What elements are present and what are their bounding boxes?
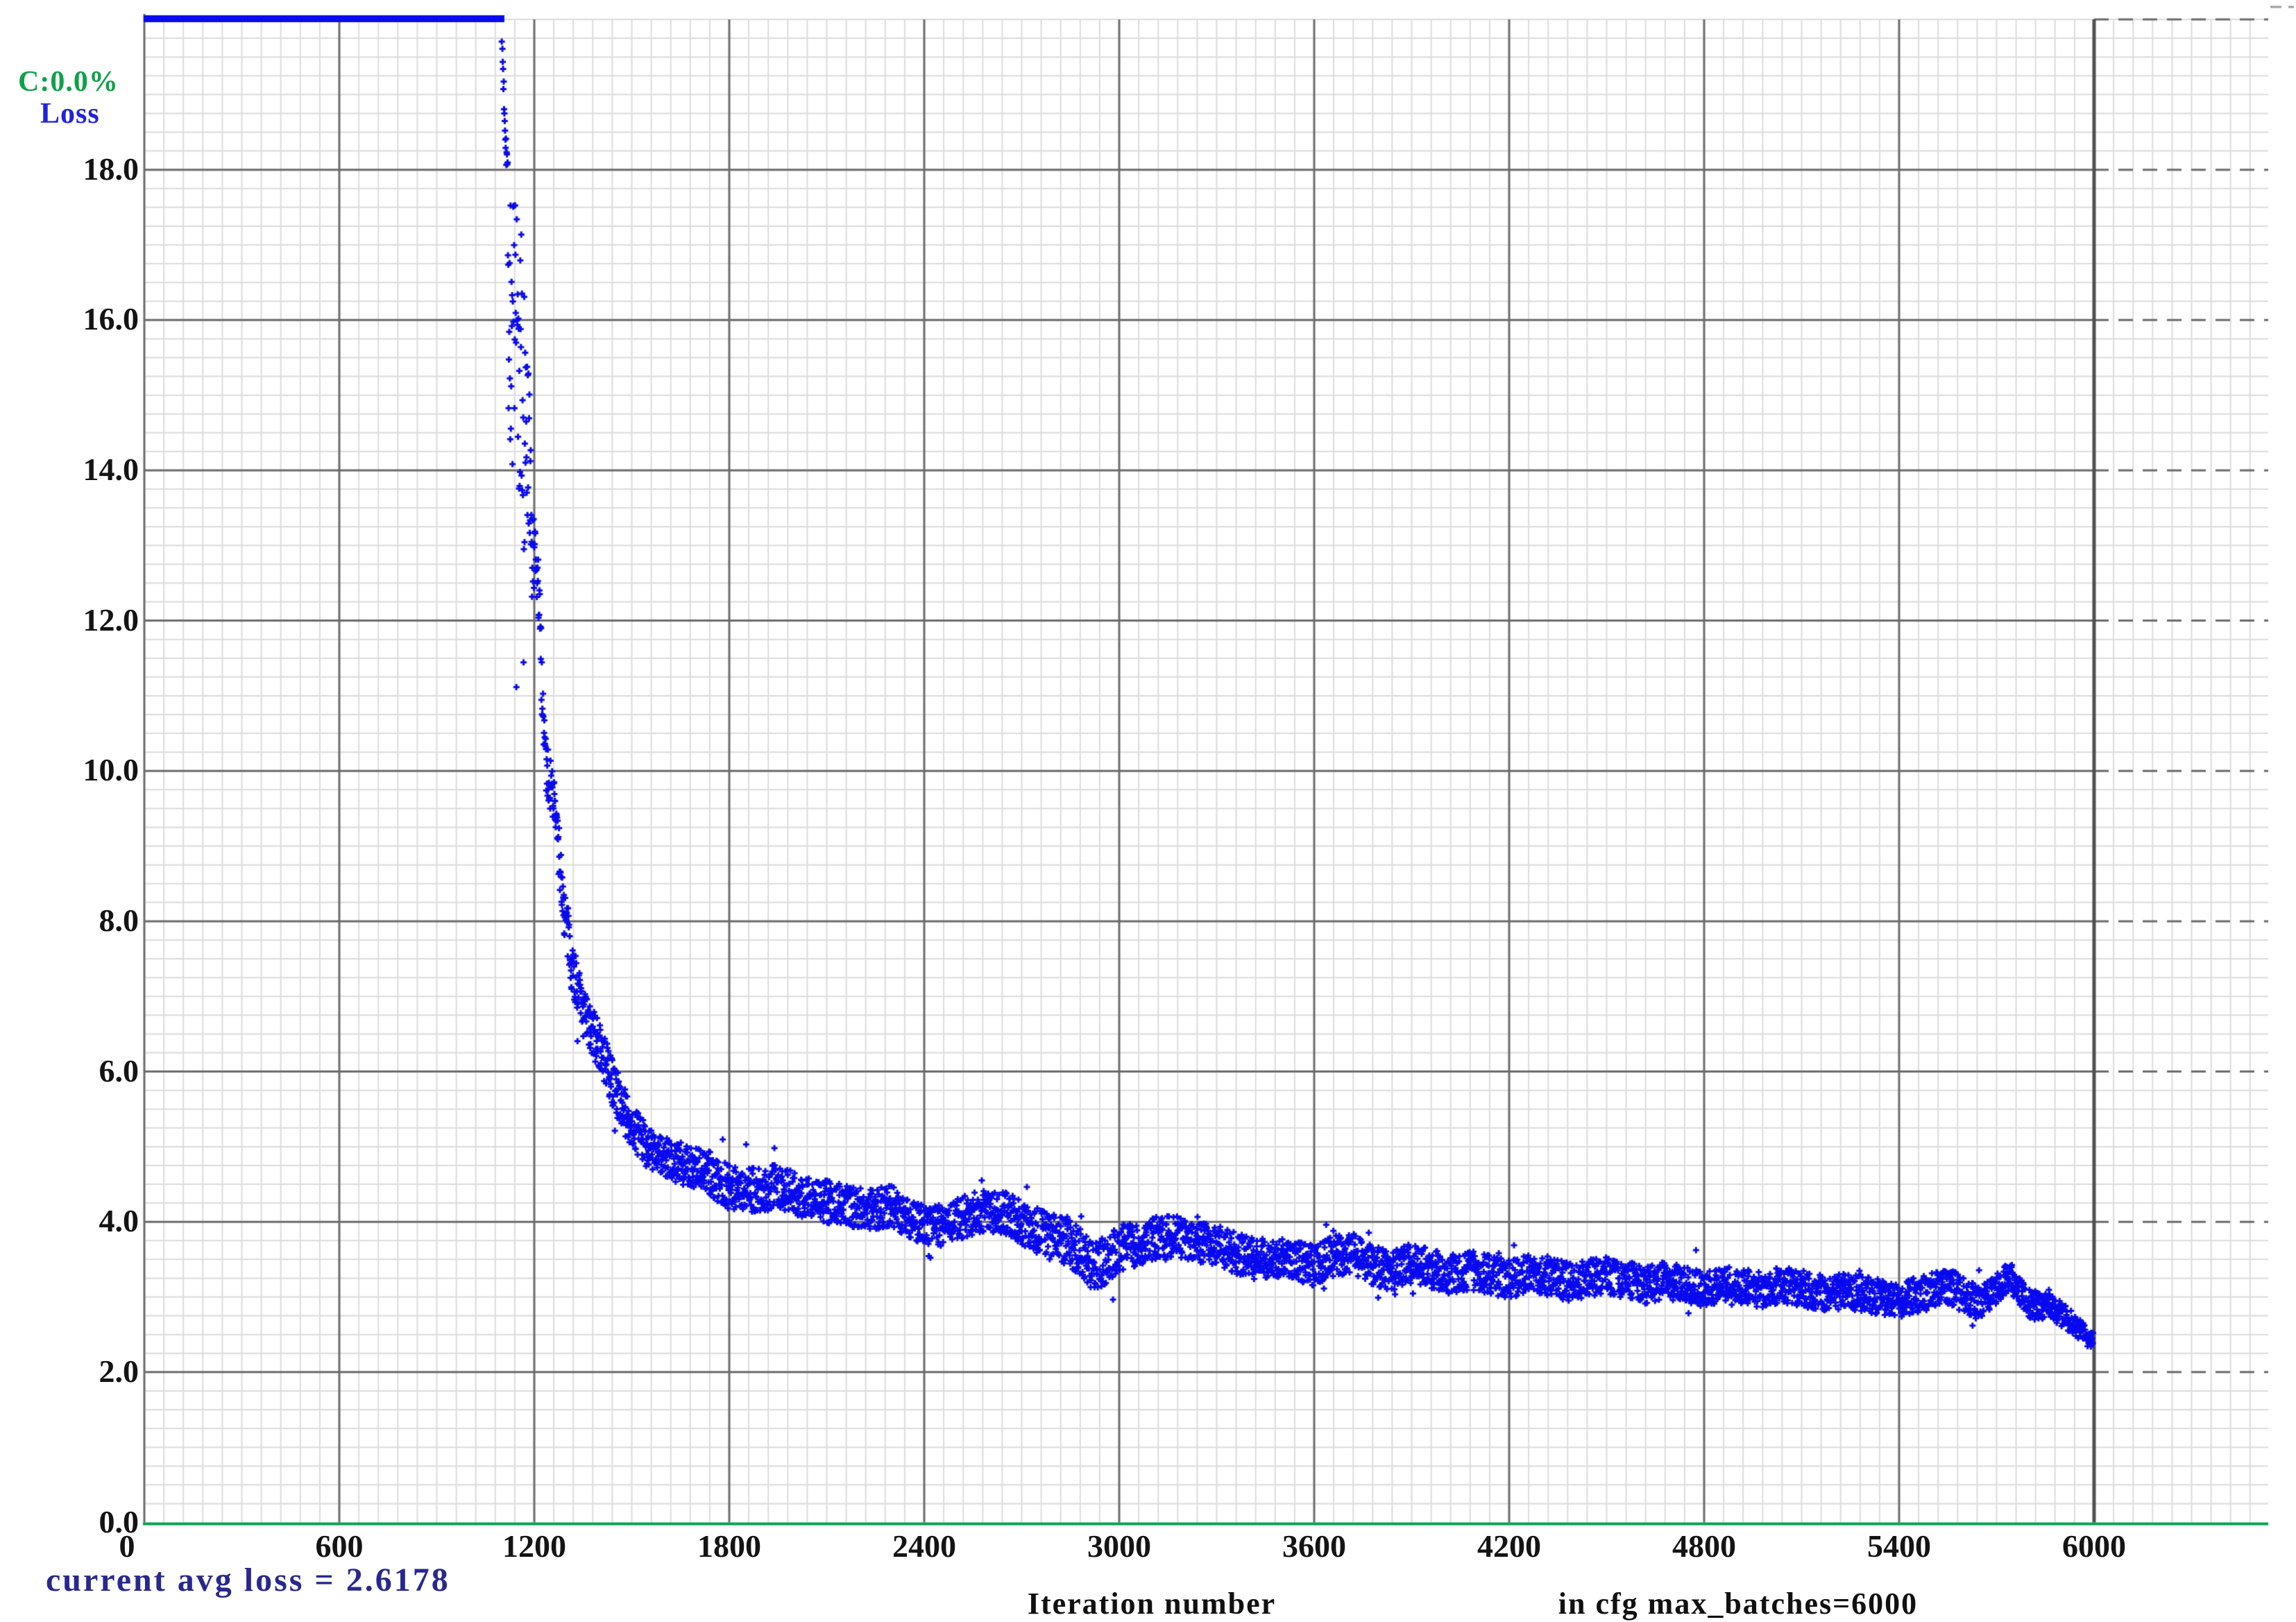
y-tick-label: 2.0 bbox=[99, 1353, 139, 1389]
x-tick-label: 4200 bbox=[1477, 1528, 1541, 1564]
iteration-number-axis-label: Iteration number bbox=[1027, 1587, 1277, 1621]
x-tick-label: 1800 bbox=[697, 1528, 761, 1564]
loss-axis-title: Loss bbox=[40, 98, 100, 130]
y-tick-label: 12.0 bbox=[83, 601, 139, 638]
progress-percent-label: C:0.0% bbox=[18, 66, 119, 98]
y-tick-label: 10.0 bbox=[83, 752, 139, 788]
x-tick-label: 4800 bbox=[1672, 1528, 1736, 1564]
y-tick-label: 16.0 bbox=[83, 301, 139, 337]
current-avg-loss-status: current avg loss = 2.6178 bbox=[46, 1562, 450, 1598]
max-batches-config-note: in cfg max_batches=6000 bbox=[1558, 1587, 1919, 1621]
loss-scatter-plot-canvas bbox=[0, 0, 2296, 1622]
x-tick-label: 5400 bbox=[1867, 1528, 1931, 1564]
training-loss-chart-page: C:0.0% Loss 18.0 16.0 14.0 12.0 10.0 8.0 6.0 4.… bbox=[0, 0, 2296, 1622]
x-tick-label: 3000 bbox=[1087, 1528, 1151, 1564]
x-tick-label: 3600 bbox=[1282, 1528, 1346, 1564]
y-tick-label: 4.0 bbox=[99, 1203, 139, 1239]
y-tick-label: 8.0 bbox=[99, 902, 139, 938]
y-tick-label: 18.0 bbox=[83, 151, 139, 187]
x-tick-label: 2400 bbox=[892, 1528, 956, 1564]
x-tick-label: 600 bbox=[315, 1528, 364, 1564]
x-tick-label: 1200 bbox=[502, 1528, 566, 1564]
x-tick-label: 6000 bbox=[2062, 1528, 2126, 1564]
y-tick-label: 6.0 bbox=[99, 1052, 139, 1089]
x-tick-label: 0 bbox=[119, 1528, 135, 1564]
y-tick-label: 14.0 bbox=[83, 451, 139, 487]
